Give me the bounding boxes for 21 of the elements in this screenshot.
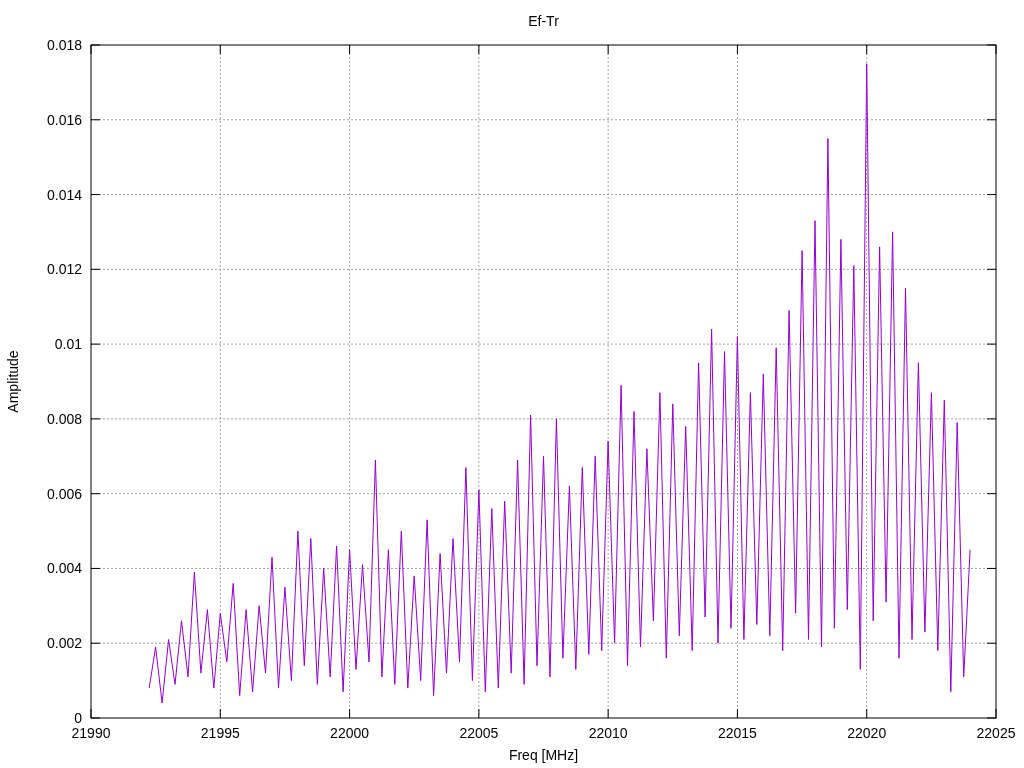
- x-axis-label: Freq [MHz]: [508, 747, 579, 763]
- y-tick-label: 0.004: [46, 560, 82, 577]
- x-tick-label: 21995: [200, 725, 240, 741]
- y-tick-label: 0.006: [46, 485, 82, 502]
- y-tick-label: 0.008: [46, 410, 82, 427]
- y-axis-label: Amplitude: [5, 350, 21, 413]
- x-tick-label: 22025: [976, 725, 1016, 741]
- y-tick-label: 0.014: [46, 186, 82, 203]
- x-tick-label: 21990: [71, 725, 111, 741]
- x-tick-label: 22005: [459, 725, 499, 741]
- x-tick-label: 22000: [330, 725, 370, 741]
- x-tick-label: 22020: [847, 725, 887, 741]
- y-tick-label: 0.01: [54, 336, 82, 353]
- chart-title: Ef-Tr: [528, 13, 559, 29]
- x-tick-label: 22015: [717, 725, 757, 741]
- y-tick-label: 0.016: [46, 111, 82, 128]
- x-tick-label: 22010: [588, 725, 628, 741]
- y-tick-label: 0.018: [46, 37, 82, 53]
- y-tick-label: 0.012: [46, 261, 82, 278]
- y-tick-label: 0.002: [46, 635, 82, 652]
- y-tick-label: 0: [74, 710, 82, 726]
